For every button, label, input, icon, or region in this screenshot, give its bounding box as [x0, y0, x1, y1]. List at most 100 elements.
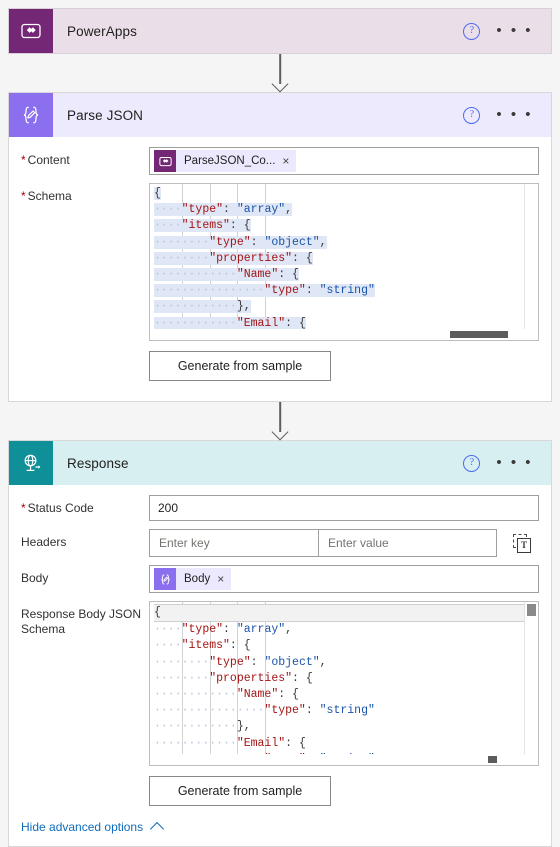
code-line: ················"type": "string" — [154, 283, 538, 299]
header-key-placeholder: Enter key — [159, 536, 210, 550]
chevron-up-icon — [150, 821, 165, 836]
response-schema-code-content[interactable]: {····"type": "array", ····"items": {·····… — [150, 602, 538, 765]
header-value-input[interactable]: Enter value — [319, 529, 497, 557]
code-token: }, — [236, 720, 251, 734]
response-schema-code-editor[interactable]: {····"type": "array", ····"items": {·····… — [149, 601, 539, 766]
token-remove-icon[interactable]: × — [217, 573, 224, 585]
more-options-icon[interactable]: • • • — [496, 107, 533, 122]
code-token: ········ — [154, 671, 210, 685]
action-card-response[interactable]: Response ? • • • * Status Code 200 Heade… — [8, 440, 552, 847]
powerapps-icon — [9, 9, 53, 53]
field-label-status-code-text: Status Code — [27, 501, 94, 515]
code-token: : { — [292, 671, 313, 685]
hide-advanced-options-label: Hide advanced options — [21, 820, 144, 834]
code-token: "array" — [236, 623, 286, 637]
token-parsejson-content[interactable]: ParseJSON_Co... × — [154, 150, 297, 172]
status-code-value: 200 — [158, 501, 179, 515]
code-line: ····"type": "array", — [154, 202, 538, 218]
code-line: ············}, — [154, 299, 538, 315]
generate-from-sample-button-response[interactable]: Generate from sample — [149, 776, 331, 806]
code-token: "type" — [181, 623, 224, 637]
header-key-input[interactable]: Enter key — [149, 529, 319, 557]
code-token: ············ — [154, 736, 237, 750]
schema-code-editor[interactable]: {····"type": "array", ····"items": {·····… — [149, 183, 539, 341]
code-token: ···· — [154, 219, 182, 233]
schema-code-content[interactable]: {····"type": "array", ····"items": {·····… — [150, 184, 538, 340]
code-token: : { — [229, 219, 251, 233]
code-token: "Email" — [236, 316, 286, 330]
code-token: : — [250, 655, 265, 669]
field-control-body: Body × — [149, 565, 539, 593]
code-line: ········"type": "object", — [154, 235, 538, 251]
card-title-powerapps: PowerApps — [67, 23, 137, 39]
code-token: "Name" — [236, 267, 279, 281]
code-token: "items" — [181, 219, 230, 233]
form-row-schema: * Schema {····"type": "array", ····"items"… — [21, 183, 539, 381]
response-editor-vertical-thumb[interactable] — [527, 604, 536, 616]
response-editor-horizontal-thumb[interactable] — [488, 756, 497, 763]
form-row-content: * Content ParseJSON_Co... × — [21, 147, 539, 175]
field-label-headers: Headers — [21, 535, 67, 549]
hide-advanced-options-link[interactable]: Hide advanced options — [21, 820, 539, 836]
code-token: "object" — [264, 655, 320, 669]
action-card-parse-json[interactable]: Parse JSON ? • • • * Content ParseJSON_C… — [8, 92, 552, 402]
schema-editor-vertical-scrollbar[interactable] — [524, 184, 538, 340]
code-token: : — [305, 284, 320, 298]
required-indicator: * — [21, 153, 26, 167]
code-token: : { — [229, 639, 251, 653]
token-label-wrap: Body × — [176, 568, 232, 590]
switch-to-text-mode-icon[interactable]: T — [513, 534, 531, 553]
code-line: ········"type": "object", — [154, 655, 538, 671]
token-remove-icon[interactable]: × — [282, 155, 289, 167]
more-options-icon[interactable]: • • • — [496, 23, 533, 38]
schema-editor-horizontal-thumb[interactable] — [450, 331, 508, 338]
card-header-powerapps[interactable]: PowerApps ? • • • — [9, 9, 551, 53]
field-label-response-body-schema: Response Body JSON Schema — [21, 607, 142, 636]
parse-json-braces-icon — [9, 93, 53, 137]
help-icon[interactable]: ? — [463, 22, 481, 40]
code-token: ················ — [154, 704, 265, 718]
required-indicator: * — [21, 501, 26, 515]
card-header-response[interactable]: Response ? • • • — [9, 441, 551, 485]
card-header-actions-parse-json: ? • • • — [463, 106, 551, 124]
response-editor-vertical-scrollbar[interactable] — [524, 602, 538, 765]
card-body-parse-json: * Content ParseJSON_Co... × * Schema {·… — [9, 137, 551, 401]
generate-from-sample-button-parse-json[interactable]: Generate from sample — [149, 351, 331, 381]
help-icon[interactable]: ? — [463, 454, 481, 472]
schema-editor-horizontal-scrollbar[interactable] — [150, 329, 525, 340]
card-body-response: * Status Code 200 Headers Enter key Enter… — [9, 485, 551, 846]
code-token: "properties" — [209, 251, 293, 265]
code-token: "type" — [209, 235, 251, 249]
code-line: ········"properties": { — [154, 251, 538, 267]
card-header-actions-powerapps: ? • • • — [463, 22, 551, 40]
code-token: ············ — [154, 687, 237, 701]
body-input[interactable]: Body × — [149, 565, 539, 593]
help-icon[interactable]: ? — [463, 106, 481, 124]
code-line: { — [154, 604, 538, 623]
more-options-icon[interactable]: • • • — [496, 455, 533, 470]
code-token: "type" — [264, 704, 306, 718]
connector-arrow-powerapps-to-parsejson — [8, 54, 552, 93]
content-input[interactable]: ParseJSON_Co... × — [149, 147, 539, 175]
card-title-response: Response — [67, 455, 129, 471]
code-token: ···· — [154, 639, 182, 653]
action-card-powerapps[interactable]: PowerApps ? • • • — [8, 8, 552, 54]
code-line: ················"type": "string" — [154, 703, 538, 719]
connector-arrowhead — [271, 75, 289, 93]
code-token: "items" — [181, 639, 230, 653]
token-label-wrap: ParseJSON_Co... × — [176, 150, 297, 172]
schema-editor-vertical-thumb[interactable] — [527, 185, 536, 335]
code-token: "Name" — [236, 687, 279, 701]
response-editor-horizontal-scrollbar[interactable] — [150, 754, 525, 765]
response-globe-icon — [9, 441, 53, 485]
code-line: { — [154, 186, 538, 202]
card-header-parse-json[interactable]: Parse JSON ? • • • — [9, 93, 551, 137]
code-token: "string" — [319, 704, 375, 718]
field-label-schema: * Schema — [21, 183, 149, 204]
code-token: : { — [292, 251, 313, 265]
field-label-status-code: * Status Code — [21, 495, 149, 516]
token-body-chip[interactable]: Body × — [154, 568, 232, 590]
code-token: ············ — [154, 267, 237, 281]
status-code-input[interactable]: 200 — [149, 495, 539, 521]
field-label-schema-text: Schema — [27, 189, 72, 203]
